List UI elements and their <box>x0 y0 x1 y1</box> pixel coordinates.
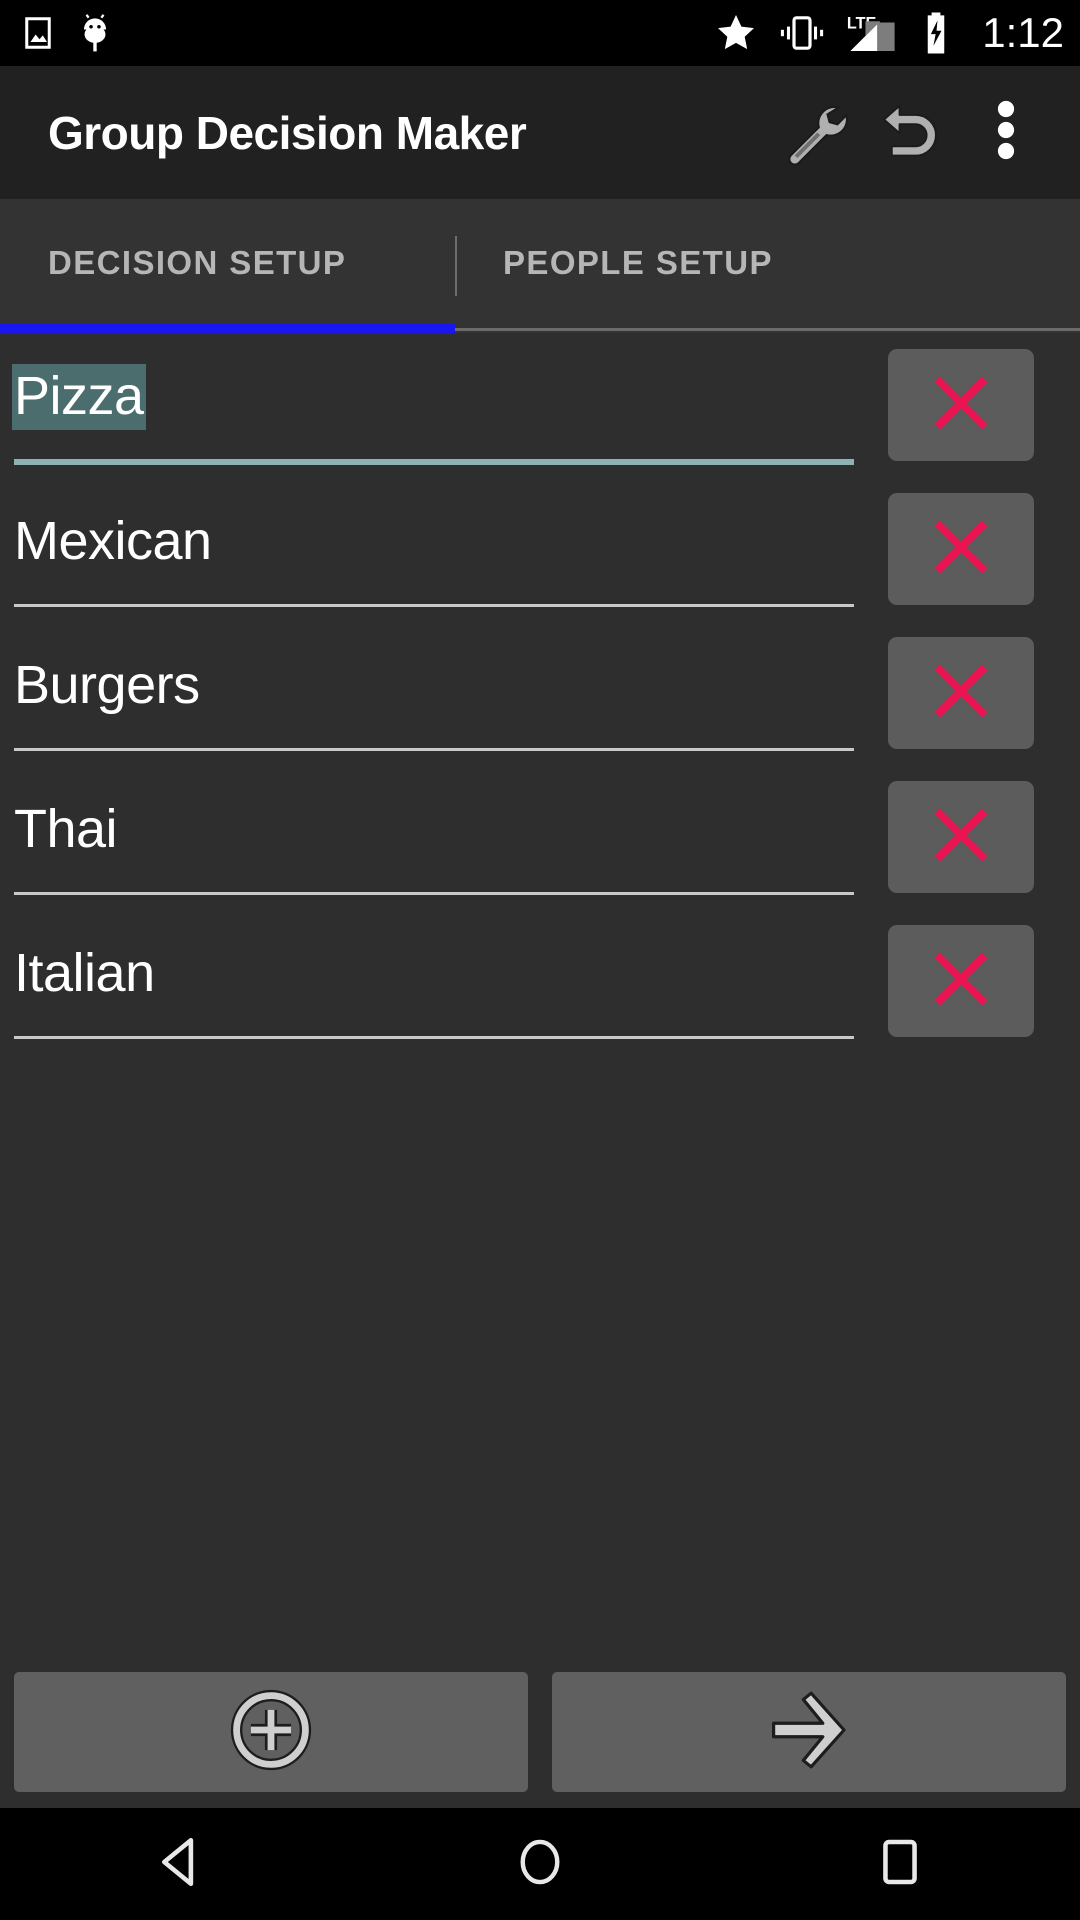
tab-active-indicator <box>0 324 455 333</box>
app-bar: Group Decision Maker <box>0 66 1080 199</box>
option-input-value: Italian <box>14 942 155 1003</box>
option-input-3[interactable]: Burgers <box>0 621 870 765</box>
option-row: Pizza <box>0 333 1080 477</box>
close-x-icon <box>924 798 998 877</box>
delete-option-button-1[interactable] <box>888 349 1034 461</box>
close-x-icon <box>924 942 998 1021</box>
status-bar: LTE 1:12 <box>0 0 1080 66</box>
back-triangle-icon <box>151 1833 209 1896</box>
option-input-value: Burgers <box>14 654 200 715</box>
overflow-menu-button[interactable] <box>958 85 1054 181</box>
close-x-icon <box>924 654 998 733</box>
nav-home-button[interactable] <box>440 1808 640 1920</box>
option-input-1[interactable]: Pizza <box>0 333 870 477</box>
home-circle-icon <box>512 1834 568 1895</box>
option-input-value: Pizza <box>12 363 146 431</box>
options-list: Pizza Mexican Burgers Thai Italian <box>0 333 1080 1053</box>
photo-icon <box>20 15 56 51</box>
star-icon <box>714 11 758 55</box>
options-list-container: Pizza Mexican Burgers Thai Italian <box>0 333 1080 1672</box>
plus-circle-icon <box>228 1687 314 1778</box>
option-row: Mexican <box>0 477 1080 621</box>
wrench-icon <box>778 94 850 171</box>
option-input-underline <box>14 748 854 751</box>
delete-option-button-3[interactable] <box>888 637 1034 749</box>
bottom-action-bar <box>0 1672 1080 1808</box>
system-nav-bar <box>0 1808 1080 1920</box>
option-input-underline <box>14 1036 854 1039</box>
android-bug-icon <box>78 13 112 53</box>
more-vertical-icon <box>997 94 1015 171</box>
tab-underline-inactive <box>455 328 1080 331</box>
recents-square-icon <box>875 1834 925 1895</box>
close-x-icon <box>924 510 998 589</box>
tab-people-setup[interactable]: PEOPLE SETUP <box>455 199 1080 333</box>
tab-bar: DECISION SETUP PEOPLE SETUP <box>0 199 1080 333</box>
option-input-underline <box>14 892 854 895</box>
option-input-4[interactable]: Thai <box>0 765 870 909</box>
option-input-2[interactable]: Mexican <box>0 477 870 621</box>
tab-decision-setup-label: DECISION SETUP <box>48 244 347 281</box>
add-option-button[interactable] <box>14 1672 528 1792</box>
app-title: Group Decision Maker <box>48 106 527 159</box>
next-button[interactable] <box>552 1672 1066 1792</box>
option-row: Burgers <box>0 621 1080 765</box>
status-bar-clock: 1:12 <box>982 9 1064 56</box>
undo-button[interactable] <box>862 85 958 181</box>
nav-recents-button[interactable] <box>800 1808 1000 1920</box>
undo-icon <box>873 93 947 172</box>
settings-wrench-button[interactable] <box>766 85 862 181</box>
delete-option-button-5[interactable] <box>888 925 1034 1037</box>
delete-option-button-4[interactable] <box>888 781 1034 893</box>
battery-charging-icon <box>920 11 952 55</box>
close-x-icon <box>924 366 998 445</box>
option-row: Thai <box>0 765 1080 909</box>
status-bar-right-icons: LTE 1:12 <box>714 11 1064 55</box>
delete-option-button-2[interactable] <box>888 493 1034 605</box>
option-input-underline <box>14 604 854 607</box>
option-row: Italian <box>0 909 1080 1053</box>
option-input-value: Mexican <box>14 510 212 571</box>
nav-back-button[interactable] <box>80 1808 280 1920</box>
vibrate-icon <box>778 13 826 53</box>
option-input-5[interactable]: Italian <box>0 909 870 1053</box>
app-screen: LTE 1:12 Group Decision Maker DECISION S… <box>0 0 1080 1920</box>
tab-decision-setup[interactable]: DECISION SETUP <box>0 199 455 333</box>
tab-people-setup-label: PEOPLE SETUP <box>503 244 773 281</box>
status-bar-left-icons <box>20 13 112 53</box>
option-input-underline <box>14 459 854 465</box>
arrow-right-icon <box>763 1687 855 1778</box>
lte-signal-icon: LTE <box>846 11 900 55</box>
option-input-value: Thai <box>14 798 118 859</box>
